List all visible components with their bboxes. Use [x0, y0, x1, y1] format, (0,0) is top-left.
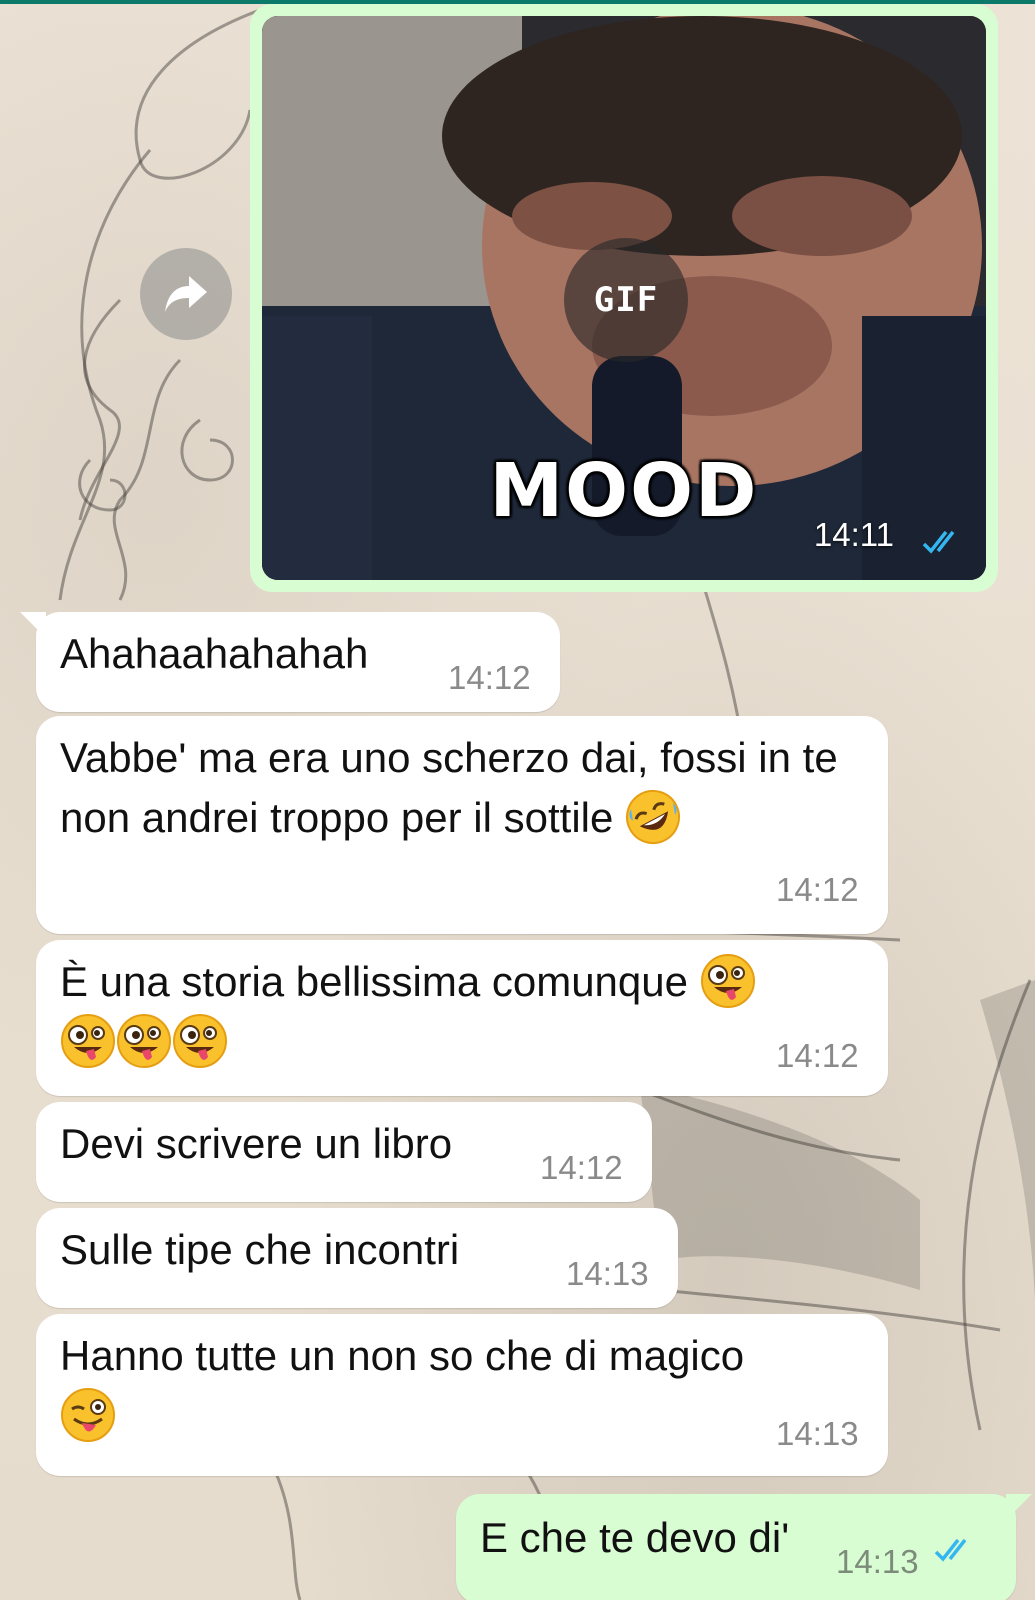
incoming-message-bubble[interactable]: Hanno tutte un non so che di magico 14:1… [36, 1314, 888, 1476]
message-body: È una storia bellissima comunque [60, 958, 688, 1005]
message-time: 14:13 [836, 1543, 919, 1580]
message-time: 14:12 [776, 1037, 859, 1074]
zany-face-emoji [117, 1013, 171, 1068]
message-body: Hanno tutte un non so che di magico [60, 1332, 745, 1379]
incoming-message-bubble[interactable]: Vabbe' ma era uno scherzo dai, fossi in … [36, 716, 888, 934]
message-time: 14:11 [813, 516, 894, 553]
message-time: 14:12 [540, 1149, 623, 1186]
bubble-tail [1006, 1494, 1032, 1520]
message-time: 14:13 [566, 1255, 649, 1292]
gif-badge[interactable]: GIF [564, 238, 688, 362]
message-text: E che te devo di' [480, 1514, 790, 1561]
bubble-tail [20, 612, 46, 638]
zany-face-emoji [61, 1013, 115, 1068]
incoming-message-bubble[interactable]: Ahahaahahahah 14:12 [20, 612, 560, 712]
message-text: Sulle tipe che incontri [60, 1226, 460, 1273]
incoming-message-bubble[interactable]: Sulle tipe che incontri 14:13 [36, 1208, 678, 1308]
forward-button[interactable] [140, 248, 232, 340]
message-text: Vabbe' ma era uno scherzo dai, fossi in … [60, 728, 864, 848]
gif-preview[interactable]: GIF MOOD 14:11 [262, 16, 986, 580]
double-check-read-icon [922, 530, 955, 554]
double-check-read-icon [934, 1538, 967, 1562]
message-time: 14:12 [448, 659, 531, 696]
message-body: Vabbe' ma era uno scherzo dai, fossi in … [60, 734, 838, 841]
message-time: 14:13 [776, 1415, 859, 1452]
rolling-on-floor-laughing-emoji [626, 789, 681, 844]
forward-arrow-icon [165, 276, 207, 312]
message-text: È una storia bellissima comunque [60, 952, 864, 1072]
winking-face-with-tongue-emoji [61, 1387, 115, 1442]
incoming-message-bubble[interactable]: È una storia bellissima comunque 14:12 [36, 940, 888, 1096]
message-text: Hanno tutte un non so che di magico [60, 1326, 864, 1446]
gif-message-bubble[interactable]: GIF MOOD 14:11 [250, 4, 998, 592]
outgoing-message-bubble[interactable]: E che te devo di' 14:13 [456, 1494, 1032, 1600]
message-time: 14:12 [776, 871, 859, 908]
zany-face-emoji [700, 953, 755, 1008]
zany-face-emoji [173, 1013, 227, 1068]
incoming-message-bubble[interactable]: Devi scrivere un libro 14:12 [36, 1102, 652, 1202]
